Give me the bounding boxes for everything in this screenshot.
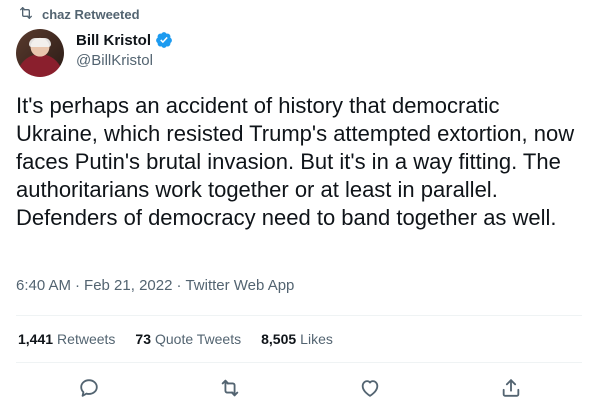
quote-tweets-label: Quote Tweets bbox=[154, 331, 242, 347]
divider bbox=[16, 315, 582, 316]
display-name[interactable]: Bill Kristol bbox=[76, 32, 151, 49]
retweet-context-label: chaz Retweeted bbox=[42, 7, 140, 22]
quote-tweets-stat[interactable]: 73 Quote Tweets bbox=[135, 331, 241, 347]
avatar[interactable] bbox=[16, 29, 64, 77]
divider bbox=[16, 362, 582, 363]
likes-count: 8,505 bbox=[261, 331, 297, 347]
tweet-actions bbox=[0, 377, 598, 399]
retweet-button[interactable] bbox=[219, 377, 241, 399]
reply-button[interactable] bbox=[78, 377, 100, 399]
meta-separator: · bbox=[176, 277, 182, 294]
likes-label: Likes bbox=[300, 331, 333, 347]
share-icon bbox=[500, 379, 522, 403]
tweet-stats: 1,441 Retweets 73 Quote Tweets 8,505 Likes bbox=[18, 331, 333, 347]
tweet-time[interactable]: 6:40 AM bbox=[16, 277, 71, 294]
share-button[interactable] bbox=[500, 377, 522, 399]
heart-icon bbox=[359, 380, 381, 403]
verified-badge-icon bbox=[155, 31, 173, 49]
tweet-meta: 6:40 AM · Feb 21, 2022 · Twitter Web App bbox=[16, 277, 294, 294]
tweet-text: It's perhaps an accident of history that… bbox=[16, 93, 575, 230]
likes-stat[interactable]: 8,505 Likes bbox=[261, 331, 333, 347]
author-names: Bill Kristol @BillKristol bbox=[76, 31, 173, 69]
reply-icon bbox=[78, 379, 100, 403]
retweets-stat[interactable]: 1,441 Retweets bbox=[18, 331, 115, 347]
retweet-context[interactable]: chaz Retweeted bbox=[18, 5, 140, 24]
retweets-count: 1,441 bbox=[18, 331, 54, 347]
tweet-date[interactable]: Feb 21, 2022 bbox=[84, 277, 172, 294]
meta-separator: · bbox=[75, 277, 81, 294]
author-handle[interactable]: @BillKristol bbox=[76, 52, 173, 69]
retweets-label: Retweets bbox=[57, 331, 116, 347]
tweet-source[interactable]: Twitter Web App bbox=[185, 277, 294, 294]
retweet-icon bbox=[219, 379, 241, 403]
quote-tweets-count: 73 bbox=[135, 331, 151, 347]
author: Bill Kristol @BillKristol bbox=[16, 29, 173, 77]
retweet-icon bbox=[18, 5, 34, 24]
like-button[interactable] bbox=[359, 377, 381, 399]
display-name-row: Bill Kristol bbox=[76, 31, 173, 49]
